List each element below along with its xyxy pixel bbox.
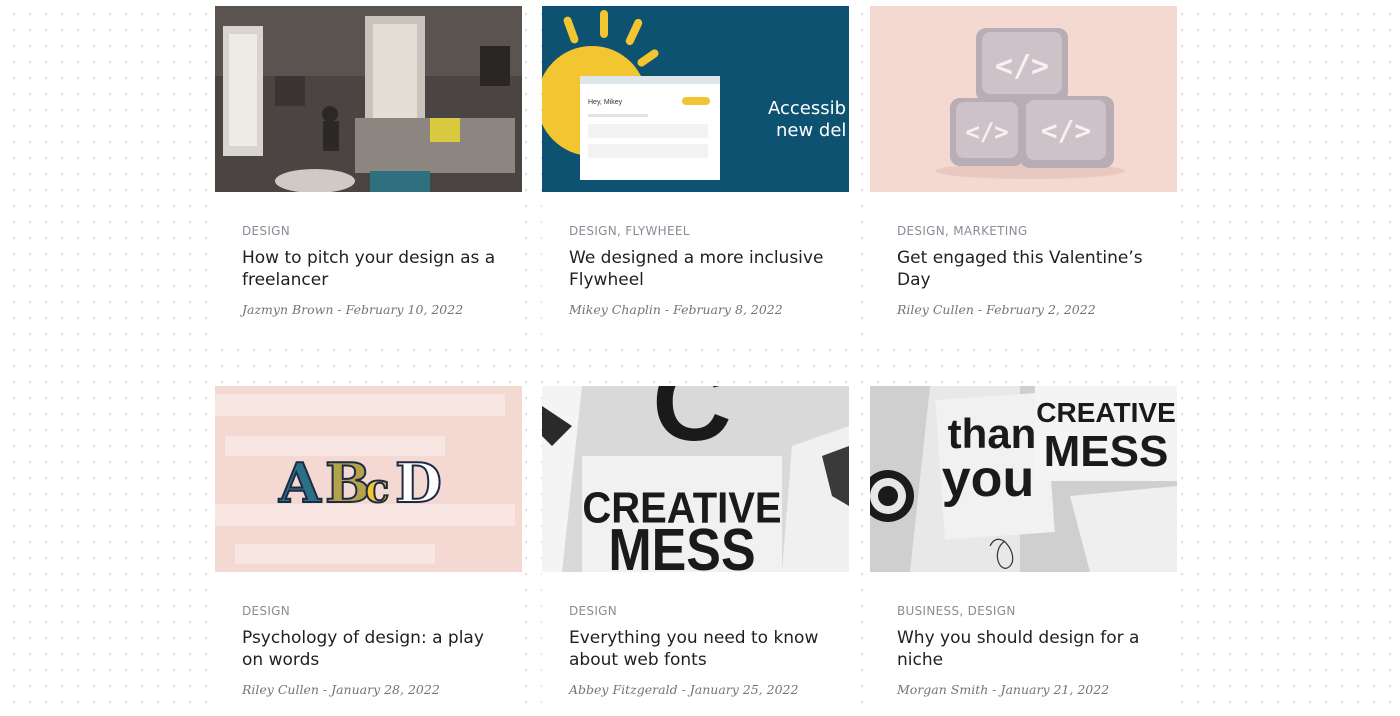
post-thumbnail-living-room[interactable] — [215, 6, 522, 192]
post-title[interactable]: How to pitch your design as a freelancer — [242, 248, 504, 291]
accessibility-illustration: Hey, Mikey Accessib new del — [542, 6, 849, 192]
illustration-headline-line-1: Accessib — [768, 98, 846, 119]
code-blocks-illustration: </> </> </> — [870, 6, 1177, 192]
post-categories[interactable]: DESIGN, MARKETING — [897, 224, 1027, 238]
post-byline: Riley Cullen - February 2, 2022 — [897, 302, 1096, 317]
post-card[interactable]: A B c D DESIGN Psychology of design: a p… — [215, 386, 522, 716]
code-symbol-right: </> — [1041, 114, 1092, 147]
post-author: Abbey Fitzgerald — [569, 682, 678, 697]
post-byline: Riley Cullen - January 28, 2022 — [242, 682, 440, 697]
poster-creative-text: CREATIVE — [1036, 397, 1176, 428]
post-card[interactable]: than you CREATIVE MESS BUSINESS, DESIGN … — [870, 386, 1177, 716]
post-author: Jazmyn Brown — [242, 302, 334, 317]
abcd-letter-a: A — [278, 451, 322, 515]
post-title[interactable]: Why you should design for a niche — [897, 628, 1159, 671]
post-card-body: DESIGN, MARKETING Get engaged this Valen… — [870, 192, 1177, 336]
post-card[interactable]: Hey, Mikey Accessib new del DESIGN, FLYW… — [542, 6, 849, 336]
post-date: January 28, 2022 — [331, 682, 440, 697]
post-date: February 8, 2022 — [673, 302, 783, 317]
poster-you-text: you — [942, 450, 1034, 508]
abcd-letter-b: B — [325, 451, 371, 515]
post-title[interactable]: Get engaged this Valentine’s Day — [897, 248, 1159, 291]
post-card-body: DESIGN, FLYWHEEL We designed a more incl… — [542, 192, 849, 336]
illustration-headline-line-2: new del — [776, 120, 846, 141]
poster-big-letter: C — [652, 386, 731, 464]
post-author: Riley Cullen — [242, 682, 319, 697]
post-categories[interactable]: DESIGN — [242, 224, 290, 238]
post-thumbnail-thank-you[interactable]: than you CREATIVE MESS — [870, 386, 1177, 572]
post-thumbnail-creative-mess[interactable]: C CREATIVE MESS — [542, 386, 849, 572]
post-author: Morgan Smith — [897, 682, 989, 697]
code-symbol-left: </> — [965, 118, 1008, 146]
post-card[interactable]: </> </> </> DESIGN, MARKETING Get engage… — [870, 6, 1177, 336]
post-date: February 10, 2022 — [345, 302, 464, 317]
post-title[interactable]: Psychology of design: a play on words — [242, 628, 504, 671]
post-categories[interactable]: DESIGN — [242, 604, 290, 618]
post-categories[interactable]: BUSINESS, DESIGN — [897, 604, 1016, 618]
post-card-body: DESIGN Psychology of design: a play on w… — [215, 572, 522, 716]
poster-mess-text: MESS — [608, 516, 755, 572]
living-room-photo — [215, 6, 522, 192]
code-symbol-top: </> — [995, 49, 1049, 84]
post-categories[interactable]: DESIGN — [569, 604, 617, 618]
post-byline: Abbey Fitzgerald - January 25, 2022 — [569, 682, 799, 697]
post-card[interactable]: C CREATIVE MESS DESIGN Everything you ne… — [542, 386, 849, 716]
post-byline: Morgan Smith - January 21, 2022 — [897, 682, 1110, 697]
post-card-body: DESIGN How to pitch your design as a fre… — [215, 192, 522, 336]
post-thumbnail-code-blocks[interactable]: </> </> </> — [870, 6, 1177, 192]
abcd-letter-c: c — [365, 465, 389, 512]
post-card-body: BUSINESS, DESIGN Why you should design f… — [870, 572, 1177, 716]
post-byline: Mikey Chaplin - February 8, 2022 — [569, 302, 783, 317]
poster-mess-text: MESS — [1044, 427, 1169, 476]
post-title[interactable]: We designed a more inclusive Flywheel — [569, 248, 831, 291]
post-author: Mikey Chaplin — [569, 302, 661, 317]
illustration-greeting: Hey, Mikey — [588, 99, 623, 106]
post-thumbnail-abcd[interactable]: A B c D — [215, 386, 522, 572]
post-title[interactable]: Everything you need to know about web fo… — [569, 628, 831, 671]
post-categories[interactable]: DESIGN, FLYWHEEL — [569, 224, 690, 238]
abcd-lettering: A B c D — [215, 386, 522, 572]
abcd-letter-d: D — [395, 451, 442, 515]
post-date: February 2, 2022 — [986, 302, 1096, 317]
post-card-body: DESIGN Everything you need to know about… — [542, 572, 849, 716]
post-date: January 25, 2022 — [689, 682, 799, 697]
post-byline: Jazmyn Brown - February 10, 2022 — [242, 302, 464, 317]
post-date: January 21, 2022 — [1000, 682, 1110, 697]
post-thumbnail-accessibility[interactable]: Hey, Mikey Accessib new del — [542, 6, 849, 192]
post-card[interactable]: DESIGN How to pitch your design as a fre… — [215, 6, 522, 336]
post-author: Riley Cullen — [897, 302, 974, 317]
thank-you-creative-mess-poster: than you CREATIVE MESS — [870, 386, 1177, 572]
creative-mess-poster: C CREATIVE MESS — [542, 386, 849, 572]
